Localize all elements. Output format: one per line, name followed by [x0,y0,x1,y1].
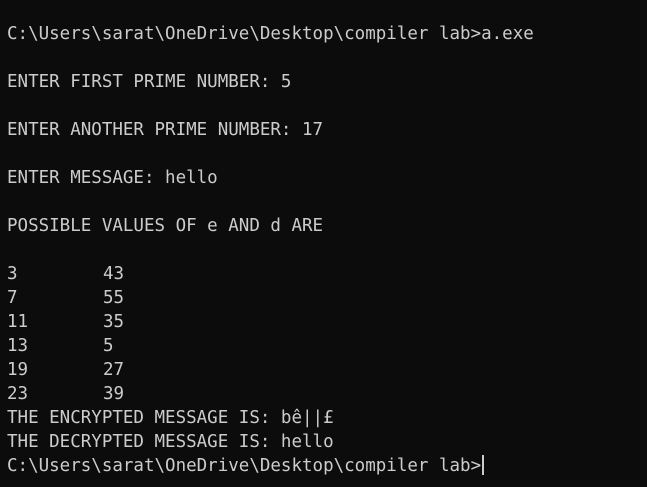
d-value: 27 [103,360,125,380]
d-value: 5 [103,336,114,356]
pair-row: 19 27 [7,358,647,382]
pair-row: 11 35 [7,310,647,334]
encrypted-message-line: THE ENCRYPTED MESSAGE IS: bê||£ [7,408,334,428]
pair-row: 7 55 [7,286,647,310]
final-prompt-line[interactable]: C:\Users\sarat\OneDrive\Desktop\compiler… [7,454,647,478]
pair-row: 3 43 [7,262,647,286]
terminal-window[interactable]: C:\Users\sarat\OneDrive\Desktop\compiler… [0,0,647,487]
final-prompt-text: C:\Users\sarat\OneDrive\Desktop\compiler… [7,456,482,476]
second-prime-line: ENTER ANOTHER PRIME NUMBER: 17 [7,120,324,140]
d-value: 35 [103,312,125,332]
pair-row: 23 39 [7,382,647,406]
e-value: 11 [7,312,29,332]
d-value: 43 [103,264,125,284]
values-header-line: POSSIBLE VALUES OF e AND d ARE [7,216,324,236]
text-cursor-icon [482,455,485,475]
e-value: 23 [7,384,29,404]
e-value: 3 [7,264,18,284]
e-value: 19 [7,360,29,380]
message-line: ENTER MESSAGE: hello [7,168,218,188]
e-value: 7 [7,288,18,308]
decrypted-message-line: THE DECRYPTED MESSAGE IS: hello [7,432,334,452]
first-prime-line: ENTER FIRST PRIME NUMBER: 5 [7,72,292,92]
e-value: 13 [7,336,29,356]
pair-row: 13 5 [7,334,647,358]
d-value: 39 [103,384,125,404]
d-value: 55 [103,288,125,308]
prompt-command-line: C:\Users\sarat\OneDrive\Desktop\compiler… [7,24,534,44]
